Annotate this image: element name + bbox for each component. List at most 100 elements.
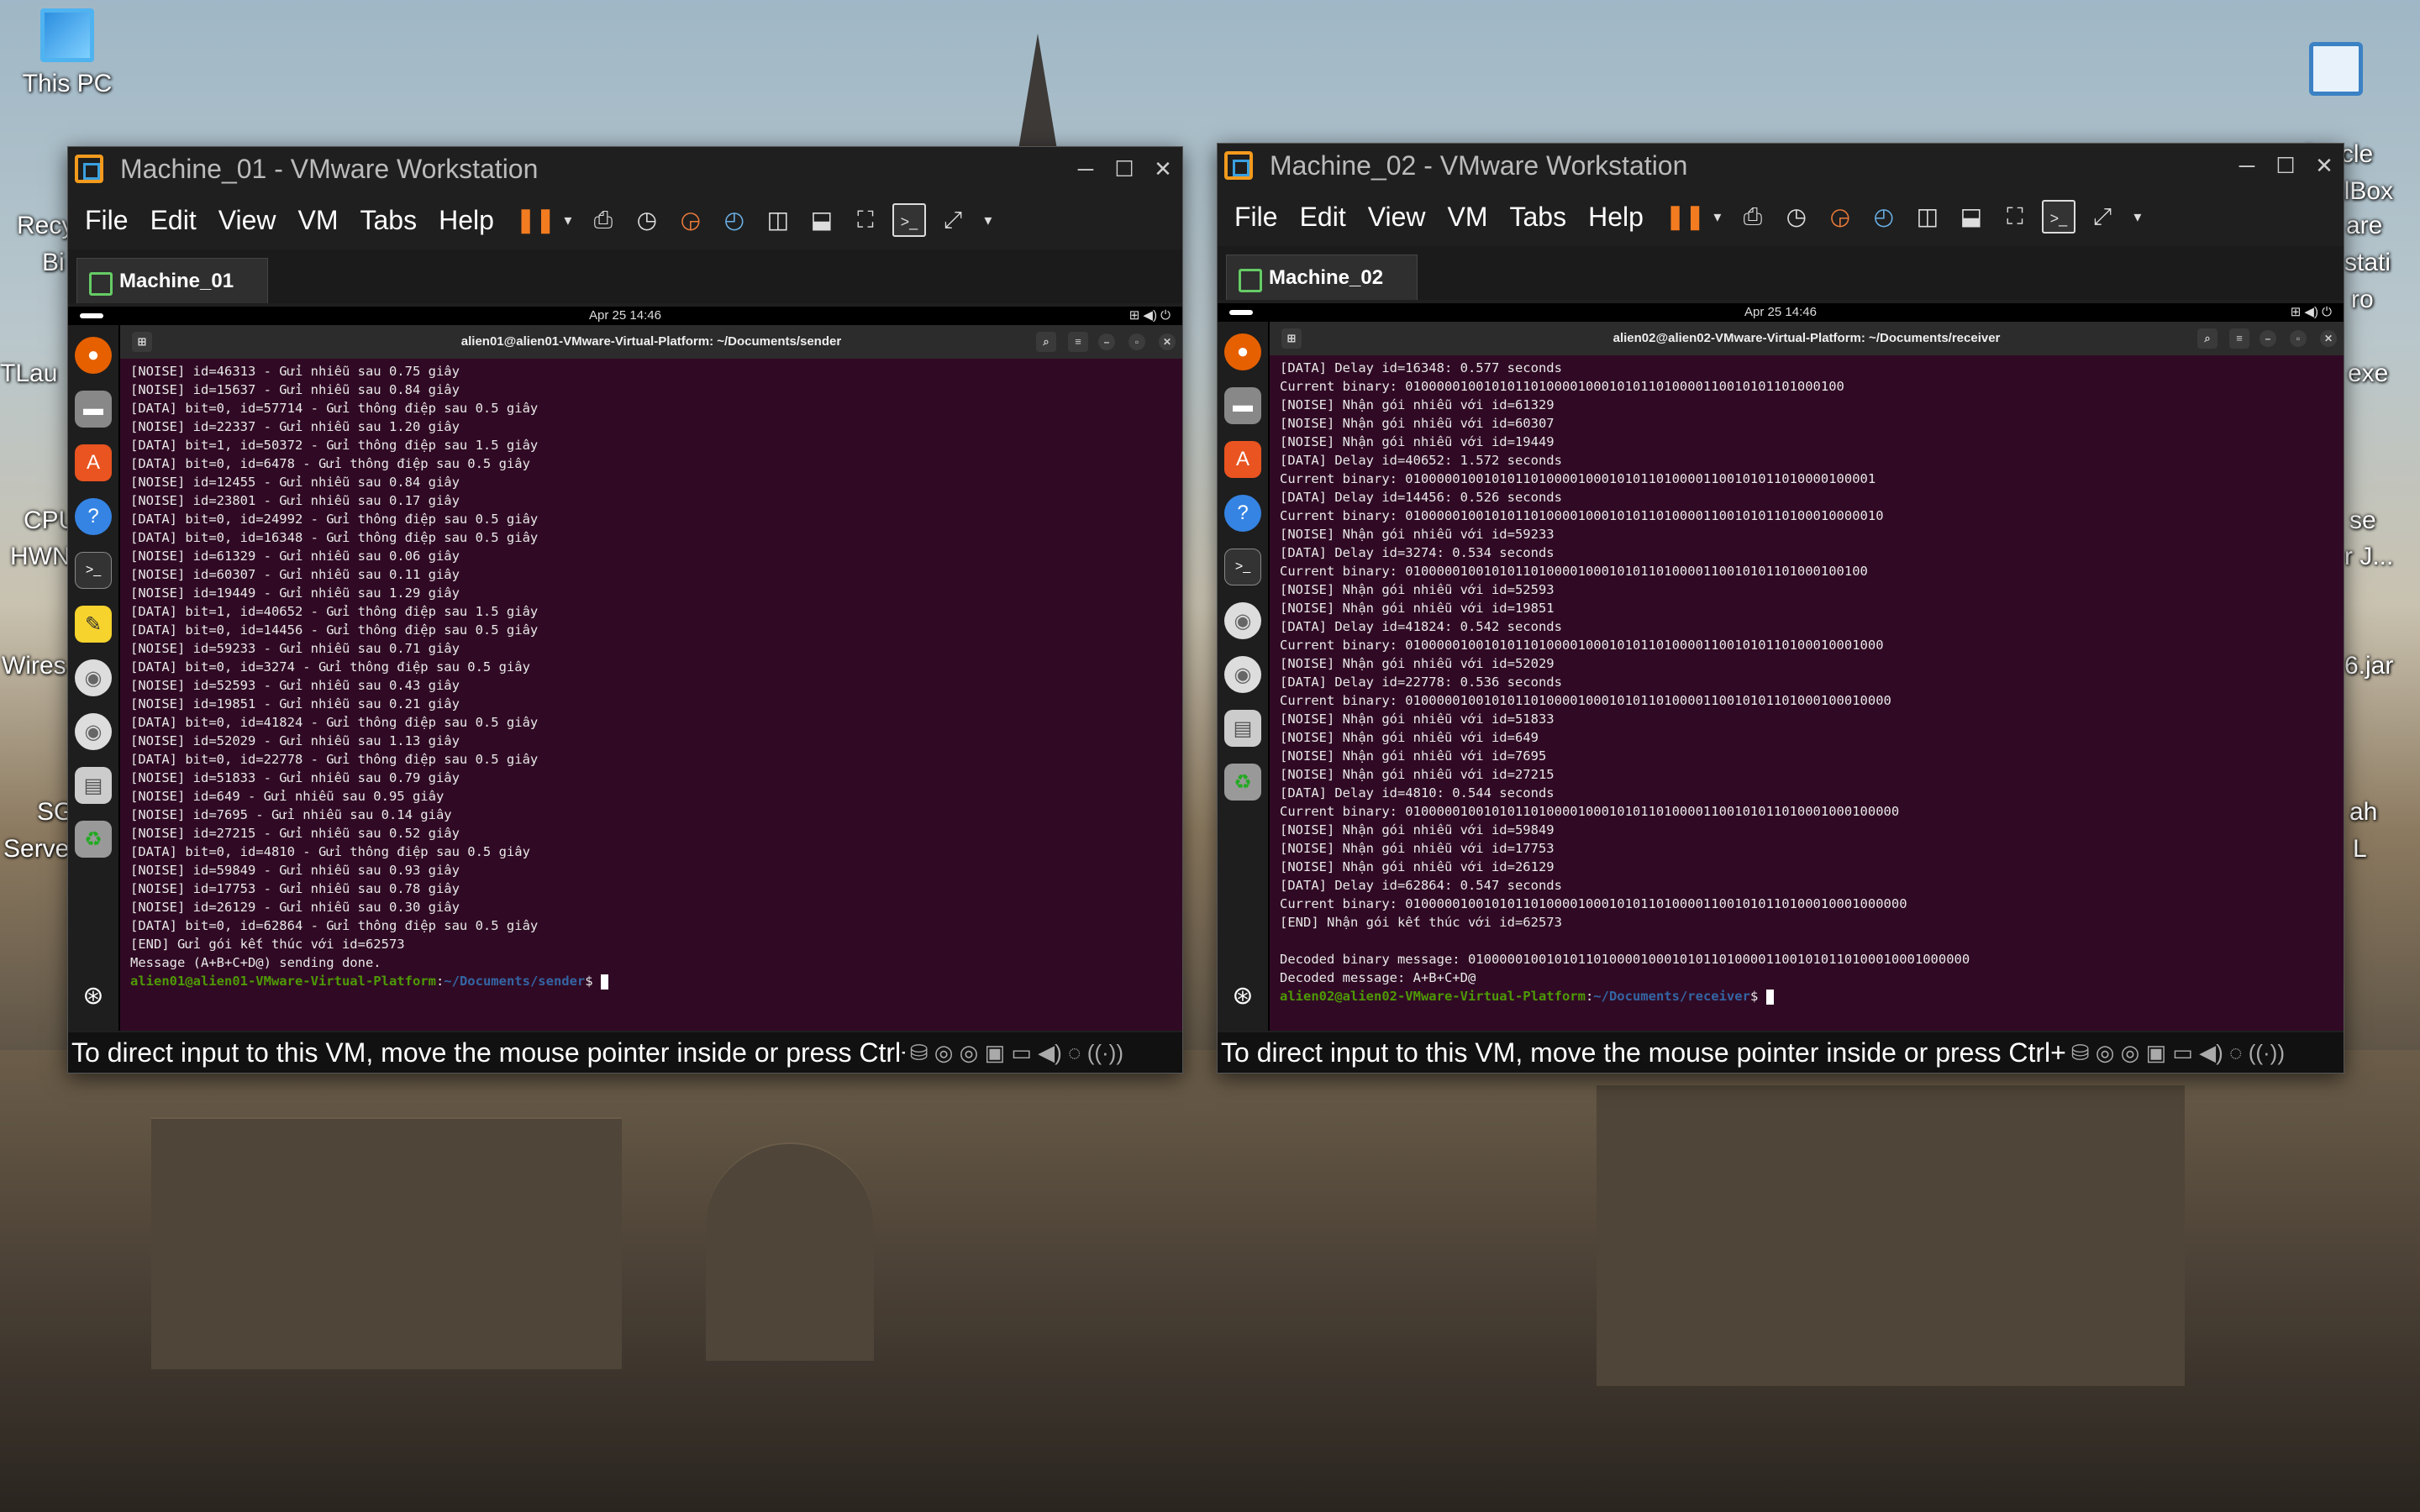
minimize-icon[interactable]: –: [2260, 330, 2276, 347]
desktop-label-partial[interactable]: r J...: [2344, 543, 2393, 571]
close-button[interactable]: ✕: [1144, 156, 1182, 182]
new-tab-icon[interactable]: ⊞: [132, 332, 152, 352]
clock[interactable]: Apr 25 14:46: [589, 308, 661, 323]
desktop-label-partial[interactable]: ah: [2349, 798, 2377, 827]
desktop-label-partial[interactable]: se: [2349, 507, 2376, 535]
files-icon[interactable]: ▬: [75, 391, 112, 428]
device-status-icon[interactable]: ⛁ ◎ ◎ ▣ ▭ ◀) ◌ ((·)): [2065, 1032, 2285, 1073]
menu-help[interactable]: Help: [439, 205, 494, 236]
terminal-window[interactable]: ⊞ alien02@alien02-VMware-Virtual-Platfor…: [1270, 322, 2344, 1031]
menu-edit[interactable]: Edit: [150, 205, 197, 236]
desktop-label-partial[interactable]: Bi: [42, 249, 65, 277]
activities-indicator[interactable]: [80, 313, 103, 318]
tab-machine-01[interactable]: Machine_01: [76, 258, 269, 303]
menu-tabs[interactable]: Tabs: [1509, 202, 1566, 233]
maximize-icon[interactable]: ▫: [2290, 330, 2307, 347]
desktop-label-partial[interactable]: HWN: [10, 543, 71, 571]
desktop-label-partial[interactable]: L: [2353, 835, 2367, 864]
shell-prompt[interactable]: alien01@alien01-VMware-Virtual-Platform:…: [130, 972, 1172, 990]
minimize-icon[interactable]: –: [1098, 333, 1115, 350]
snapshot-icon[interactable]: ◷: [630, 203, 664, 237]
text-editor-icon[interactable]: ✎: [75, 606, 112, 643]
maximize-button[interactable]: ☐: [2266, 153, 2305, 179]
clock[interactable]: Apr 25 14:46: [1744, 305, 1817, 319]
show-apps-icon[interactable]: ⊛: [75, 977, 112, 1014]
app-center-icon[interactable]: A: [75, 444, 112, 481]
terminal-icon[interactable]: >_: [1224, 549, 1261, 585]
new-tab-icon[interactable]: ⊞: [1281, 328, 1302, 349]
firefox-icon[interactable]: ●: [75, 337, 112, 374]
minimize-button[interactable]: ─: [1066, 156, 1105, 182]
desktop-label-partial[interactable]: Wires: [2, 652, 66, 680]
send-keys-icon[interactable]: ⎙: [587, 203, 620, 237]
desktop-label-partial[interactable]: ro: [2351, 286, 2374, 314]
firefox-icon[interactable]: ●: [1224, 333, 1261, 370]
search-icon[interactable]: ⌕: [1036, 332, 1056, 352]
menu-view[interactable]: View: [218, 205, 276, 236]
close-button[interactable]: ✕: [2305, 153, 2344, 179]
help-icon[interactable]: ?: [1224, 495, 1261, 532]
stretch-icon[interactable]: ⤢: [2086, 200, 2119, 234]
trash-icon[interactable]: ♻: [75, 821, 112, 858]
disc-icon[interactable]: ◉: [75, 659, 112, 696]
dropdown-icon[interactable]: ▾: [980, 203, 997, 237]
console-view-icon[interactable]: >_: [892, 203, 926, 237]
guest-screen[interactable]: Apr 25 14:46 ⊞ ◀) ⏻ ● ▬ A ? >_ ◉ ◉ ▤ ♻ ⊛…: [1218, 303, 2344, 1031]
snapshot-icon[interactable]: ◷: [1780, 200, 1813, 234]
minimize-button[interactable]: ─: [2228, 153, 2266, 179]
title-bar[interactable]: Machine_02 - VMware Workstation ─ ☐ ✕: [1218, 144, 2344, 187]
trash-icon[interactable]: ♻: [1224, 764, 1261, 801]
dropdown-icon[interactable]: ▾: [2129, 200, 2146, 234]
disc-icon[interactable]: ◉: [1224, 656, 1261, 693]
menu-vm[interactable]: VM: [297, 205, 338, 236]
desktop-label-partial[interactable]: 6.jar: [2344, 652, 2393, 680]
pause-icon[interactable]: ❚❚: [1665, 200, 1705, 234]
menu-edit[interactable]: Edit: [1300, 202, 1346, 233]
disc-icon[interactable]: ◉: [75, 713, 112, 750]
maximize-button[interactable]: ☐: [1105, 156, 1144, 182]
menu-tabs[interactable]: Tabs: [360, 205, 417, 236]
full-screen-icon[interactable]: ⛶: [849, 203, 882, 237]
menu-view[interactable]: View: [1368, 202, 1426, 233]
menu-help[interactable]: Help: [1588, 202, 1644, 233]
full-screen-icon[interactable]: ⛶: [1998, 200, 2032, 234]
menu-icon[interactable]: ≡: [2229, 328, 2249, 349]
app-center-icon[interactable]: A: [1224, 441, 1261, 478]
system-tray-icon[interactable]: ⊞ ◀) ⏻: [1129, 307, 1171, 325]
vmware-window-machine-02[interactable]: Machine_02 - VMware Workstation ─ ☐ ✕ Fi…: [1217, 143, 2344, 1074]
drive-icon[interactable]: ▤: [1224, 710, 1261, 747]
menu-file[interactable]: File: [1234, 202, 1278, 233]
device-status-icon[interactable]: ⛁ ◎ ◎ ▣ ▭ ◀) ◌ ((·)): [904, 1032, 1123, 1073]
snapshot-manager-icon[interactable]: ◴: [718, 203, 751, 237]
snapshot-manager-icon[interactable]: ◴: [1867, 200, 1901, 234]
menu-icon[interactable]: ≡: [1068, 332, 1088, 352]
title-bar[interactable]: Machine_01 - VMware Workstation ─ ☐ ✕: [68, 147, 1182, 191]
drive-icon[interactable]: ▤: [75, 767, 112, 804]
files-icon[interactable]: ▬: [1224, 387, 1261, 424]
guest-screen[interactable]: Apr 25 14:46 ⊞ ◀) ⏻ ● ▬ A ? >_ ✎ ◉ ◉ ▤ ♻…: [68, 307, 1182, 1031]
vmware-window-machine-01[interactable]: Machine_01 - VMware Workstation ─ ☐ ✕ Fi…: [67, 146, 1183, 1074]
menu-file[interactable]: File: [85, 205, 129, 236]
terminal-output[interactable]: [NOISE] id=46313 - Gửi nhiễu sau 0.75 gi…: [120, 359, 1182, 994]
activities-indicator[interactable]: [1229, 310, 1253, 315]
system-tray-icon[interactable]: ⊞ ◀) ⏻: [2291, 303, 2332, 322]
desktop-icon-this-pc[interactable]: This PC: [0, 8, 134, 102]
dropdown-icon[interactable]: ▾: [1709, 200, 1726, 234]
terminal-icon[interactable]: >_: [75, 552, 112, 589]
search-icon[interactable]: ⌕: [2197, 328, 2217, 349]
disc-icon[interactable]: ◉: [1224, 602, 1261, 639]
close-icon[interactable]: ✕: [1159, 333, 1176, 350]
show-apps-icon[interactable]: ⊛: [1224, 977, 1261, 1014]
close-icon[interactable]: ✕: [2320, 330, 2337, 347]
maximize-icon[interactable]: ▫: [1128, 333, 1145, 350]
revert-snapshot-icon[interactable]: ◶: [1823, 200, 1857, 234]
thumbnail-view-icon[interactable]: ⬓: [1954, 200, 1988, 234]
pause-icon[interactable]: ❚❚: [516, 203, 555, 237]
desktop-label-partial[interactable]: TLau: [0, 360, 57, 388]
library-view-icon[interactable]: ◫: [761, 203, 795, 237]
desktop-label-partial[interactable]: stati: [2344, 249, 2391, 277]
send-keys-icon[interactable]: ⎙: [1736, 200, 1770, 234]
stretch-icon[interactable]: ⤢: [936, 203, 970, 237]
terminal-window[interactable]: ⊞ alien01@alien01-VMware-Virtual-Platfor…: [120, 325, 1182, 1031]
library-view-icon[interactable]: ◫: [1911, 200, 1944, 234]
